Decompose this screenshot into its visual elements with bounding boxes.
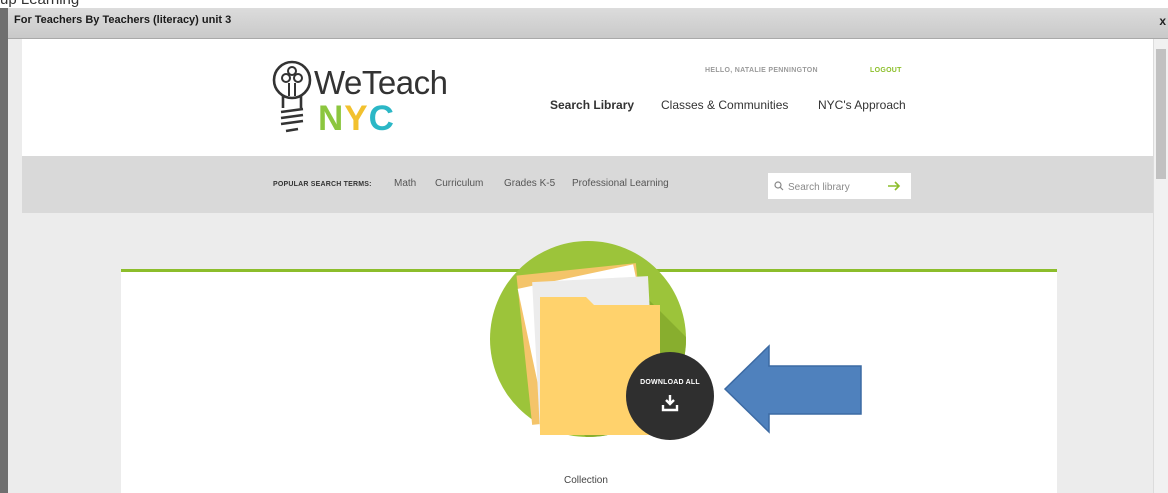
logout-link[interactable]: LOGOUT — [870, 67, 902, 74]
logo-nyc-y: Y — [344, 99, 369, 138]
nav-nyc-approach[interactable]: NYC's Approach — [818, 98, 906, 112]
close-button[interactable]: x — [1159, 14, 1166, 28]
background-partial-text: up Learning — [0, 0, 79, 8]
search-icon — [774, 181, 784, 191]
download-all-label: DOWNLOAD ALL — [640, 379, 700, 386]
popular-search-label: POPULAR SEARCH TERMS: — [273, 181, 372, 188]
arrow-right-icon[interactable] — [886, 178, 902, 194]
nav-search-library[interactable]: Search Library — [550, 98, 634, 112]
logo-nyc-c: C — [368, 99, 395, 138]
top-strip: up Learning — [0, 0, 1168, 8]
download-icon — [661, 395, 679, 412]
popular-term-professional-learning[interactable]: Professional Learning — [572, 178, 669, 189]
popular-term-grades-k5[interactable]: Grades K-5 — [504, 178, 555, 189]
user-greeting: HELLO, NATALIE PENNINGTON — [705, 67, 818, 74]
logo-wordmark: WeTeach — [314, 64, 448, 101]
vertical-scrollbar[interactable] — [1153, 39, 1168, 493]
download-all-button[interactable]: DOWNLOAD ALL — [626, 352, 714, 440]
logo-nyc: NYC — [318, 99, 395, 139]
collection-label: Collection — [564, 475, 608, 486]
scrollbar-thumb[interactable] — [1156, 49, 1166, 179]
nav-classes-communities[interactable]: Classes & Communities — [661, 98, 788, 112]
popup-title: For Teachers By Teachers (literacy) unit… — [14, 14, 232, 26]
page-viewport: WeTeach NYC HELLO, NATALIE PENNINGTON LO… — [8, 39, 1168, 493]
logo-nyc-n: N — [318, 99, 345, 138]
popup-titlebar: For Teachers By Teachers (literacy) unit… — [8, 8, 1168, 39]
lightbulb-logo-icon — [272, 60, 312, 133]
popular-term-math[interactable]: Math — [394, 178, 416, 189]
search-input[interactable] — [786, 177, 880, 197]
popular-search-bar: POPULAR SEARCH TERMS: Math Curriculum Gr… — [22, 156, 1153, 213]
popup-window: For Teachers By Teachers (literacy) unit… — [8, 8, 1168, 493]
site-header: WeTeach NYC HELLO, NATALIE PENNINGTON LO… — [22, 39, 1153, 156]
annotation-arrow — [723, 344, 862, 434]
popular-term-curriculum[interactable]: Curriculum — [435, 178, 483, 189]
weteachnyc-logo[interactable]: WeTeach NYC — [270, 56, 470, 139]
search-box — [768, 173, 911, 199]
